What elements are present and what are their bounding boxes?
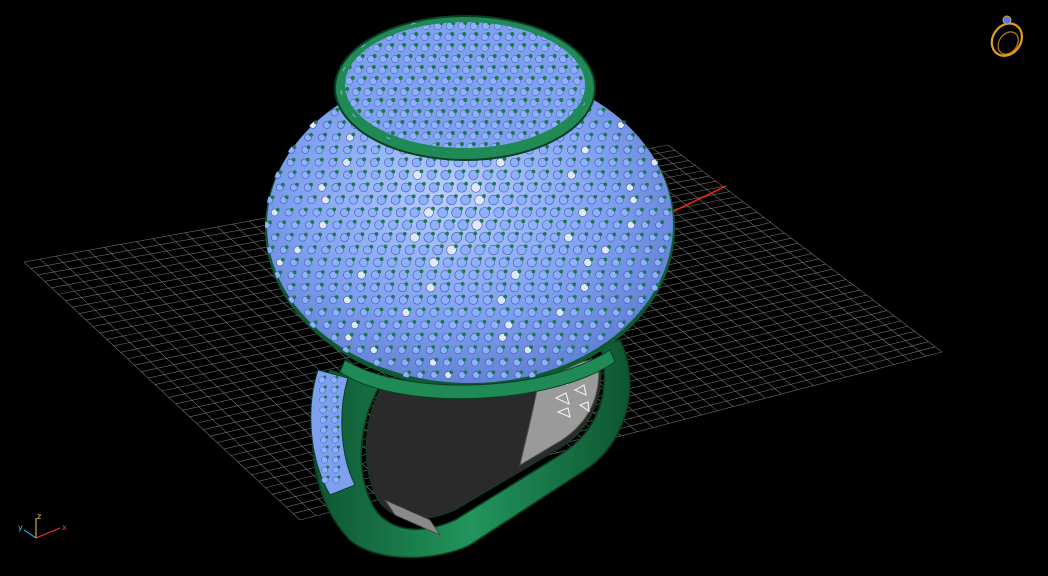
x-axis-line: [671, 185, 727, 213]
x-axis-label: x: [62, 523, 67, 532]
dome-top-cap: [334, 15, 596, 161]
axis-triad: x z y: [18, 512, 67, 539]
scene-canvas[interactable]: x z y: [0, 0, 1048, 576]
z-axis-label: z: [37, 512, 41, 521]
y-axis-label: y: [18, 523, 23, 532]
ring-icon[interactable]: [986, 15, 1028, 62]
3d-viewport[interactable]: x z y: [0, 0, 1048, 576]
